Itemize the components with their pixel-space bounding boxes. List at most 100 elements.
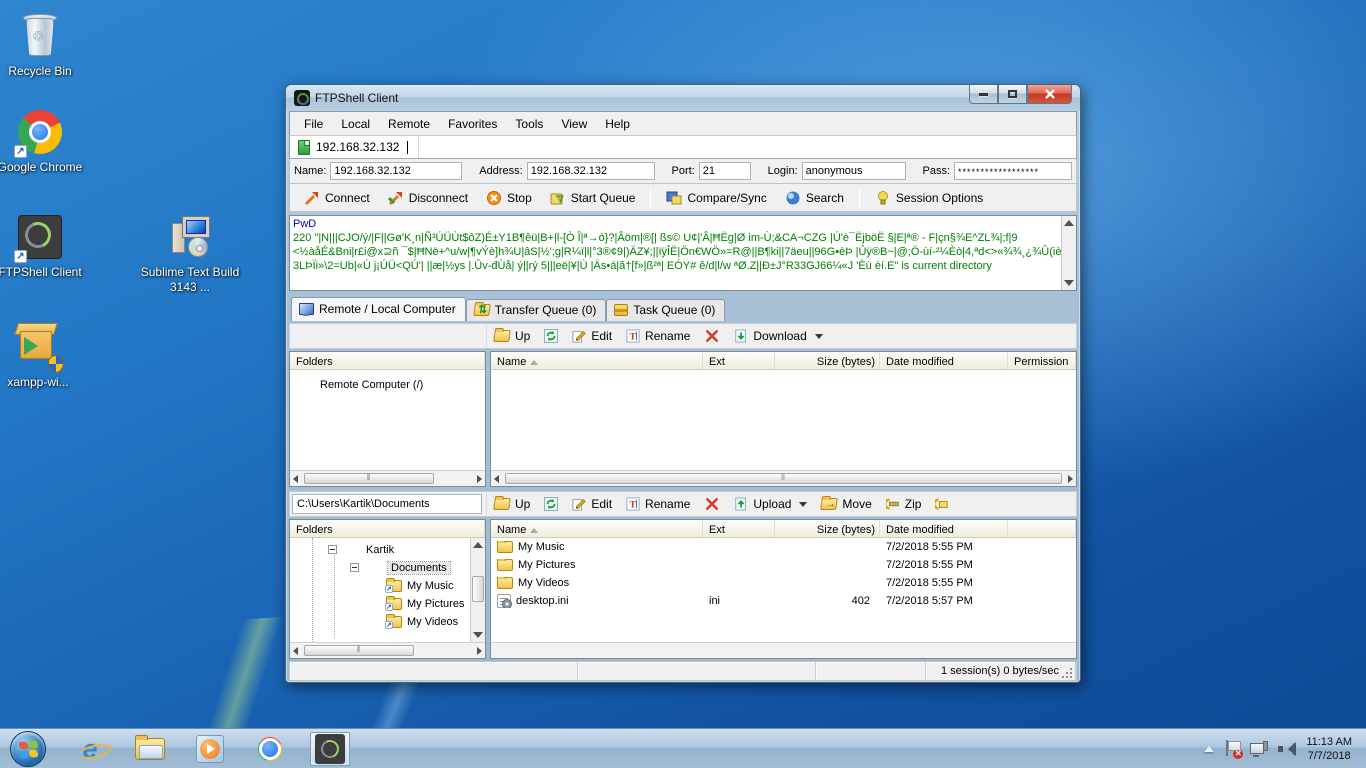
desktop-icon-recycle-bin[interactable]: ♲ Recycle Bin [0, 12, 92, 79]
local-col-extra[interactable] [1008, 520, 1076, 537]
local-path-field[interactable]: C:\Users\Kartik\Documents [292, 494, 482, 514]
file-row-my-videos[interactable]: My Videos 7/2/2018 5:55 PM [491, 574, 1076, 592]
connect-button[interactable]: Connect [296, 186, 378, 210]
remote-refresh-button[interactable] [537, 326, 565, 346]
local-file-list[interactable]: My Music 7/2/2018 5:55 PM My Pictures 7/… [491, 538, 1076, 642]
tree-node-kartik[interactable]: Kartik [328, 541, 394, 558]
menu-favorites[interactable]: Favorites [440, 114, 505, 134]
tree-node-documents[interactable]: Documents [350, 559, 450, 576]
taskbar-internet-explorer[interactable]: e [70, 732, 110, 766]
address-field[interactable]: 192.168.32.132 [527, 162, 655, 180]
local-unzip-button[interactable] [928, 494, 956, 514]
session-options-button[interactable]: Session Options [867, 186, 991, 210]
minimize-icon [979, 93, 988, 96]
desktop-icon-google-chrome[interactable]: ↗ Google Chrome [0, 108, 92, 175]
local-folders-header[interactable]: Folders [290, 520, 485, 537]
log-scrollbar[interactable] [1061, 216, 1076, 290]
remote-download-button[interactable]: Download [727, 326, 829, 346]
file-row-desktop-ini[interactable]: desktop.ini ini 402 7/2/2018 5:57 PM [491, 592, 1076, 610]
network-icon[interactable] [1250, 741, 1268, 757]
local-rename-button[interactable]: T Rename [619, 494, 697, 514]
search-button[interactable]: Search [777, 186, 852, 210]
taskbar-windows-explorer[interactable] [130, 732, 170, 766]
remote-col-date[interactable]: Date modified [880, 352, 1008, 369]
start-queue-button[interactable]: Start Queue [542, 186, 644, 210]
file-row-my-music[interactable]: My Music 7/2/2018 5:55 PM [491, 538, 1076, 556]
remote-folders-hscrollbar[interactable] [290, 470, 485, 486]
compare-sync-button[interactable]: Compare/Sync [658, 186, 774, 210]
volume-icon[interactable] [1278, 741, 1296, 757]
remote-folder-tree[interactable]: Remote Computer (/) [290, 370, 485, 470]
action-center-flag-icon[interactable]: ✕ [1224, 740, 1240, 758]
local-col-size[interactable]: Size (bytes) [775, 520, 880, 537]
session-tab[interactable]: 192.168.32.132 [290, 136, 419, 158]
minimize-button[interactable] [969, 85, 998, 104]
taskbar-media-player[interactable] [190, 732, 230, 766]
desktop-icon-ftpshell-client[interactable]: ↗ FTPShell Client [0, 213, 92, 280]
local-delete-button[interactable] [697, 493, 727, 515]
tab-remote-local-computer[interactable]: Remote / Local Computer [291, 297, 466, 321]
tree-node-my-pictures[interactable]: ↗ My Pictures [386, 595, 464, 612]
remote-up-button[interactable]: Up [487, 326, 537, 346]
local-edit-button[interactable]: Edit [565, 494, 619, 514]
password-field[interactable]: ****************** [954, 162, 1072, 180]
local-col-date[interactable]: Date modified [880, 520, 1008, 537]
menu-file[interactable]: File [296, 114, 331, 134]
remote-col-ext[interactable]: Ext [703, 352, 775, 369]
local-tree-hscrollbar[interactable] [290, 642, 485, 658]
tree-node-my-videos[interactable]: ↗ My Videos [386, 613, 458, 630]
stop-icon [486, 190, 502, 206]
local-col-ext[interactable]: Ext [703, 520, 775, 537]
up-folder-icon [493, 330, 511, 342]
remote-rename-button[interactable]: T Rename [619, 326, 697, 346]
remote-files-hscrollbar[interactable] [491, 470, 1076, 486]
menu-view[interactable]: View [553, 114, 595, 134]
resize-grip[interactable] [1062, 667, 1073, 678]
start-button[interactable] [10, 731, 46, 767]
port-field[interactable]: 21 [699, 162, 751, 180]
remote-col-size[interactable]: Size (bytes) [775, 352, 880, 369]
disconnect-button[interactable]: Disconnect [380, 186, 476, 210]
stop-button[interactable]: Stop [478, 186, 540, 210]
menu-help[interactable]: Help [597, 114, 638, 134]
login-field[interactable]: anonymous [802, 162, 906, 180]
close-button[interactable] [1027, 85, 1072, 104]
local-up-button[interactable]: Up [487, 494, 537, 514]
remote-edit-button[interactable]: Edit [565, 326, 619, 346]
tab-transfer-queue[interactable]: ⇅ Transfer Queue (0) [466, 299, 607, 321]
taskbar-ftpshell-active[interactable] [310, 732, 350, 766]
maximize-button[interactable] [998, 85, 1027, 104]
taskbar-clock[interactable]: 11:13 AM 7/7/2018 [1306, 735, 1356, 763]
tab-task-queue[interactable]: Task Queue (0) [606, 299, 725, 321]
show-hidden-icons-button[interactable] [1204, 741, 1214, 752]
menu-remote[interactable]: Remote [380, 114, 438, 134]
desktop-icon-sublime-installer[interactable]: Sublime Text Build 3143 ... [138, 213, 242, 295]
collapse-icon[interactable] [350, 563, 359, 572]
file-row-my-pictures[interactable]: My Pictures 7/2/2018 5:55 PM [491, 556, 1076, 574]
remote-delete-button[interactable] [697, 325, 727, 347]
local-folder-tree[interactable]: Kartik Documents ↗ My Music ↗ My Picture… [290, 538, 485, 642]
desktop-icon-xampp[interactable]: xampp-wi... [0, 323, 90, 390]
remote-root-node[interactable]: Remote Computer (/) [320, 376, 423, 393]
local-upload-button[interactable]: Upload [727, 494, 814, 514]
name-field[interactable]: 192.168.32.132 [330, 162, 462, 180]
clock-date: 7/7/2018 [1306, 749, 1352, 763]
remote-col-name[interactable]: Name [491, 352, 703, 369]
local-zip-button[interactable]: Zip [879, 494, 929, 514]
session-log[interactable]: PwD 220 "|N|||CJO/ý/|F||Gø'K¸n|Ñ³ÚÜÙt$ôZ… [289, 215, 1077, 291]
remote-folders-header[interactable]: Folders [290, 352, 485, 369]
taskbar-chrome[interactable] [250, 732, 290, 766]
menu-local[interactable]: Local [333, 114, 378, 134]
menu-tools[interactable]: Tools [507, 114, 551, 134]
local-col-name[interactable]: Name [491, 520, 703, 537]
local-files-hscrollbar[interactable] [491, 642, 1076, 658]
remote-file-list[interactable] [491, 370, 1076, 470]
remote-col-permission[interactable]: Permission [1008, 352, 1076, 369]
tree-node-my-music[interactable]: ↗ My Music [386, 577, 453, 594]
local-move-button[interactable]: → Move [814, 494, 878, 514]
scroll-left-icon [494, 475, 499, 483]
collapse-icon[interactable] [328, 545, 337, 554]
window-titlebar[interactable]: FTPShell Client [286, 85, 1080, 111]
local-refresh-button[interactable] [537, 494, 565, 514]
local-tree-vscrollbar[interactable] [470, 538, 485, 642]
